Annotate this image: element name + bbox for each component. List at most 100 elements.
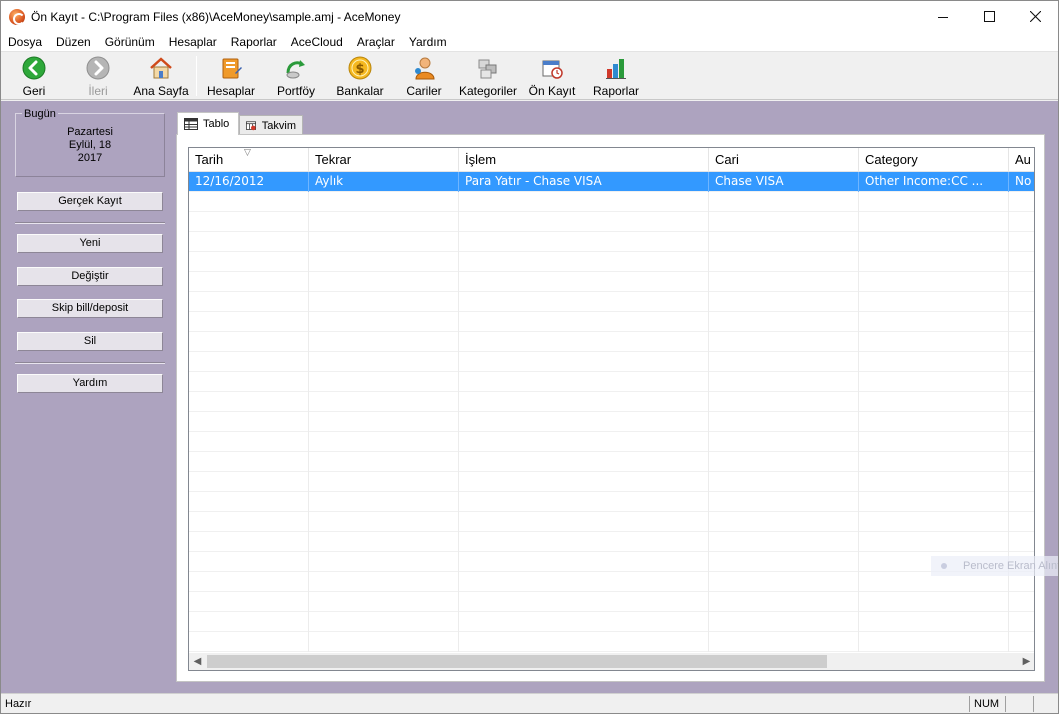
column-header-frequency[interactable]: Tekrar xyxy=(309,148,459,172)
banks-button[interactable]: $ Bankalar xyxy=(336,55,384,99)
menu-acecloud[interactable]: AceCloud xyxy=(284,32,350,52)
table-row[interactable] xyxy=(189,312,1034,332)
skip-button[interactable]: Skip bill/deposit xyxy=(17,299,163,318)
acemoney-app-icon[interactable] xyxy=(9,8,25,25)
table-cell xyxy=(1009,272,1034,292)
table-cell xyxy=(309,392,459,412)
table-cell xyxy=(859,452,1009,472)
menu-file[interactable]: Dosya xyxy=(1,32,49,52)
table-row[interactable] xyxy=(189,192,1034,212)
scrollbar-thumb[interactable] xyxy=(207,655,827,668)
table-row[interactable] xyxy=(189,292,1034,312)
menu-help[interactable]: Yardım xyxy=(402,32,454,52)
maximize-button[interactable] xyxy=(966,1,1012,32)
forward-button[interactable]: İleri xyxy=(83,55,113,99)
table-cell xyxy=(309,232,459,252)
menu-reports[interactable]: Raporlar xyxy=(224,32,284,52)
column-header-category[interactable]: Category xyxy=(859,148,1009,172)
table-row[interactable] xyxy=(189,572,1034,592)
menu-tools[interactable]: Araçlar xyxy=(350,32,402,52)
table-row[interactable] xyxy=(189,392,1034,412)
table-cell xyxy=(309,472,459,492)
table-icon xyxy=(184,118,198,130)
table-row[interactable] xyxy=(189,252,1034,272)
table-cell xyxy=(459,452,709,472)
home-label: Ana Sayfa xyxy=(133,84,189,98)
table-row[interactable] xyxy=(189,272,1034,292)
today-year: 2017 xyxy=(77,152,103,164)
table-cell xyxy=(859,352,1009,372)
table-row[interactable] xyxy=(189,472,1034,492)
table-row[interactable]: 12/16/2012 Aylık Para Yatır - Chase VISA Ch… xyxy=(189,172,1034,192)
edit-button[interactable]: Değiştir xyxy=(17,267,163,286)
column-header-payee[interactable]: Cari xyxy=(709,148,859,172)
close-button[interactable] xyxy=(1012,1,1058,32)
table-row[interactable] xyxy=(189,512,1034,532)
categories-button[interactable]: Kategoriler xyxy=(458,55,518,99)
back-button[interactable]: Geri xyxy=(19,55,49,99)
table-cell xyxy=(189,372,309,392)
scheduled-button[interactable]: Ön Kayıt xyxy=(528,55,576,99)
table-cell xyxy=(189,532,309,552)
table-cell xyxy=(859,272,1009,292)
table-cell xyxy=(859,392,1009,412)
menu-accounts[interactable]: Hesaplar xyxy=(162,32,224,52)
horizontal-scrollbar[interactable]: ◀ ▶ xyxy=(189,653,1034,670)
sidebar-separator xyxy=(15,362,165,364)
portfolio-button[interactable]: Portföy xyxy=(275,55,317,99)
tab-calendar[interactable]: Takvim xyxy=(239,115,303,135)
menu-view[interactable]: Görünüm xyxy=(98,32,162,52)
table-cell xyxy=(309,572,459,592)
help-button[interactable]: Yardım xyxy=(17,374,163,393)
column-header-transaction[interactable]: İşlem xyxy=(459,148,709,172)
table-cell xyxy=(1009,432,1034,452)
table-cell xyxy=(189,592,309,612)
table-row[interactable] xyxy=(189,552,1034,572)
table-cell xyxy=(309,452,459,472)
table-row[interactable] xyxy=(189,452,1034,472)
table-row[interactable] xyxy=(189,352,1034,372)
table-cell xyxy=(459,492,709,512)
enter-transaction-button[interactable]: Gerçek Kayıt xyxy=(17,192,163,211)
table-row[interactable] xyxy=(189,492,1034,512)
table-row[interactable] xyxy=(189,332,1034,352)
tab-table[interactable]: Tablo xyxy=(177,112,239,135)
home-button[interactable]: Ana Sayfa xyxy=(133,55,189,99)
table-row[interactable] xyxy=(189,632,1034,652)
table-row[interactable] xyxy=(189,432,1034,452)
delete-button[interactable]: Sil xyxy=(17,332,163,351)
table-row[interactable] xyxy=(189,412,1034,432)
table-cell xyxy=(709,352,859,372)
table-row[interactable] xyxy=(189,592,1034,612)
tab-table-label: Tablo xyxy=(203,118,230,130)
table-row[interactable] xyxy=(189,212,1034,232)
menu-edit[interactable]: Düzen xyxy=(49,32,98,52)
column-header-date[interactable]: ▽ Tarih xyxy=(189,148,309,172)
minimize-button[interactable] xyxy=(920,1,966,32)
accounts-button[interactable]: Hesaplar xyxy=(206,55,256,99)
table-cell xyxy=(189,212,309,232)
table-cell xyxy=(1009,352,1034,372)
scheduled-label: Ön Kayıt xyxy=(528,84,576,98)
table-cell xyxy=(309,352,459,372)
table-cell xyxy=(309,552,459,572)
table-cell xyxy=(309,632,459,652)
column-header-auto[interactable]: Au xyxy=(1009,148,1034,172)
table-cell xyxy=(1009,512,1034,532)
table-cell xyxy=(859,432,1009,452)
table-row[interactable] xyxy=(189,612,1034,632)
svg-text:$: $ xyxy=(355,62,364,77)
reports-button[interactable]: Raporlar xyxy=(591,55,641,99)
table-row[interactable] xyxy=(189,372,1034,392)
table-cell xyxy=(189,472,309,492)
today-date: Pazartesi Eylül, 18 2017 xyxy=(16,126,164,165)
status-bar: Hazır NUM xyxy=(1,693,1058,713)
scroll-right-icon[interactable]: ▶ xyxy=(1018,653,1034,670)
table-cell xyxy=(459,192,709,212)
scroll-left-icon[interactable]: ◀ xyxy=(189,653,206,670)
new-button[interactable]: Yeni xyxy=(17,234,163,253)
table-row[interactable] xyxy=(189,232,1034,252)
table-cell xyxy=(859,412,1009,432)
table-row[interactable] xyxy=(189,532,1034,552)
payees-button[interactable]: Cariler xyxy=(405,55,443,99)
